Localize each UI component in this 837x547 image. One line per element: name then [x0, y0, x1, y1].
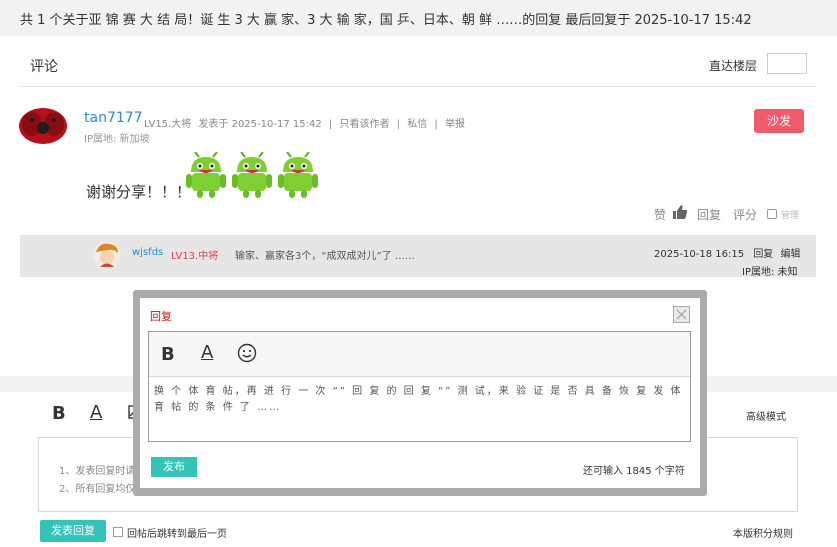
meta-separator: |: [328, 119, 333, 130]
report-link[interactable]: 举报: [445, 119, 465, 130]
post-ip: IP属地: 新加坡: [84, 134, 150, 145]
reply-username[interactable]: wjsfds: [132, 247, 163, 258]
reply-ip: IP属地: 未知: [742, 267, 798, 278]
reply-time: 2025-10-18 16:15: [654, 249, 745, 260]
editor-tip-2: 2、所有回复均仅: [59, 484, 136, 495]
manage-label: 管理: [781, 211, 800, 221]
thread-summary-bar: 共 1 个关于亚 锦 赛 大 结 局！诞 生 3 大 赢 家、3 大 输 家，国…: [0, 0, 837, 36]
smiley-icon[interactable]: [237, 343, 257, 363]
floor-badge: 沙发: [754, 109, 804, 133]
jump-last-page-label: 回帖后跳转到最后一页: [127, 529, 227, 540]
only-author-link[interactable]: 只看该作者: [339, 119, 389, 130]
bold-button[interactable]: B: [52, 403, 66, 424]
reply-avatar[interactable]: [92, 240, 122, 270]
editor-tip-1: 1、发表回复时请: [59, 466, 136, 477]
dialog-title: 回复: [150, 310, 172, 323]
message-link[interactable]: 私信: [407, 119, 427, 130]
publish-reply-button[interactable]: 发表回复: [40, 520, 106, 542]
reply-meta: 2025-10-18 16:15 回复 编辑: [654, 245, 801, 260]
credit-rules-link[interactable]: 本版积分规则: [733, 525, 793, 540]
dialog-font-button[interactable]: A: [201, 342, 213, 363]
close-button[interactable]: [673, 306, 690, 323]
reply-reply-link[interactable]: 回复: [753, 249, 773, 260]
post-text: 谢谢分享！！！: [86, 183, 192, 201]
char-remaining: 还可输入 1845 个字符: [583, 466, 685, 477]
dialog-bold-button[interactable]: B: [161, 344, 175, 365]
close-icon: [676, 309, 687, 320]
reply-link[interactable]: 回复: [697, 206, 721, 223]
reply-level: LV13.中将: [171, 251, 219, 262]
dialog-textarea[interactable]: 换 个 体 育 帖，再 进 行 一 次 “” 回 复 的 回 复 “” 测 试，…: [154, 384, 684, 416]
thread-summary: 共 1 个关于亚 锦 赛 大 结 局！诞 生 3 大 赢 家、3 大 输 家，国…: [20, 13, 752, 28]
jump-last-page-checkbox[interactable]: [113, 527, 123, 537]
goto-floor-label: 直达楼层: [709, 59, 758, 73]
like-label[interactable]: 赞: [654, 206, 666, 223]
rate-link[interactable]: 评分: [733, 206, 757, 223]
reply-text: 输家、赢家各3个，“成双成对儿”了 ……: [235, 251, 415, 262]
user-level: LV15.大将: [144, 119, 192, 130]
manage-checkbox[interactable]: [767, 209, 777, 219]
font-button[interactable]: A: [90, 402, 102, 423]
divider: [20, 86, 816, 87]
post-time: 发表于 2025-10-17 15:42: [198, 119, 322, 130]
user-avatar[interactable]: [18, 106, 68, 146]
goto-floor-input[interactable]: [767, 53, 807, 74]
android-emoji-icon: [232, 152, 272, 198]
advanced-mode-link[interactable]: 高级模式: [746, 408, 786, 423]
post-username[interactable]: tan7177: [84, 110, 143, 126]
reply-edit-link[interactable]: 编辑: [781, 249, 801, 260]
dialog-publish-button[interactable]: 发布: [151, 457, 197, 477]
android-emoji-icon: [186, 152, 226, 198]
meta-separator: |: [434, 119, 438, 130]
dialog-toolbar: [149, 332, 690, 377]
thumbs-up-icon[interactable]: [672, 204, 688, 220]
comments-title: 评论: [30, 59, 58, 75]
meta-separator: |: [396, 119, 401, 130]
post-meta: LV15.大将 发表于 2025-10-17 15:42 | 只看该作者 | 私…: [144, 115, 469, 130]
android-emoji-icon: [278, 152, 318, 198]
